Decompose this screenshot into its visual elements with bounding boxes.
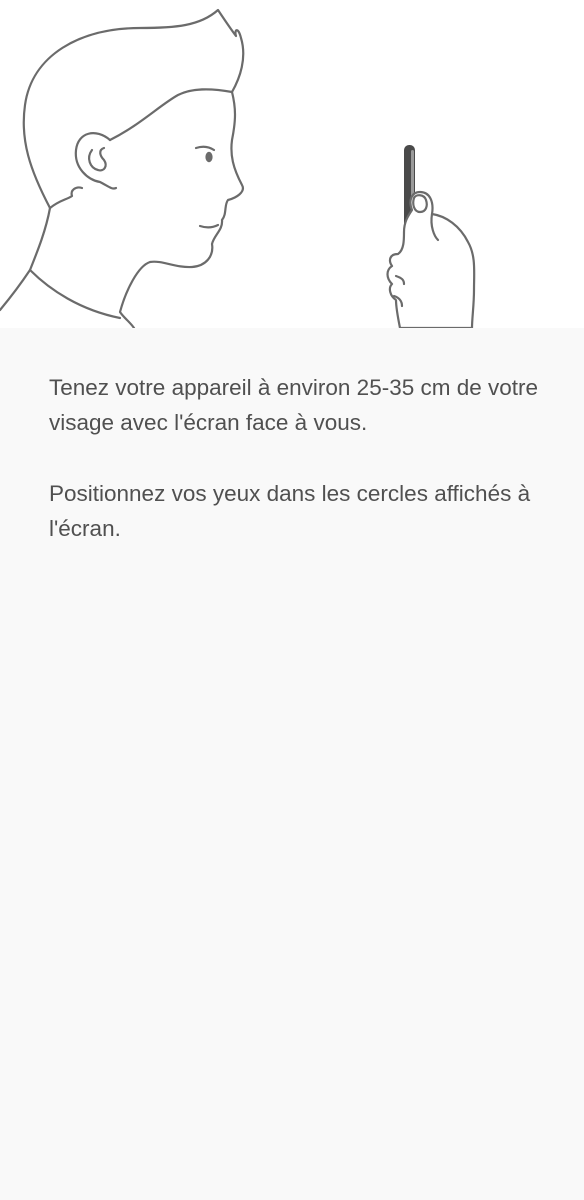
instruction-distance: Tenez votre appareil à environ 25-35 cm … bbox=[49, 375, 539, 435]
hand-outline bbox=[386, 190, 476, 328]
illustration-panel bbox=[0, 0, 584, 328]
hair-line bbox=[108, 88, 234, 142]
ear-inner bbox=[88, 146, 107, 172]
face-registration-screen: Tenez votre appareil à environ 25-35 cm … bbox=[0, 0, 584, 1200]
face-registration-illustration-icon bbox=[0, 8, 476, 328]
instruction-eyes: Positionnez vos yeux dans les cercles af… bbox=[49, 481, 531, 541]
neck-line bbox=[0, 206, 52, 312]
mouth-line bbox=[198, 223, 220, 229]
ear-outline bbox=[74, 132, 118, 190]
thumb-nail bbox=[412, 194, 428, 214]
head-outline bbox=[22, 8, 245, 328]
eye-pupil bbox=[205, 151, 213, 163]
eye-lid bbox=[194, 145, 216, 152]
jaw-line bbox=[48, 186, 84, 210]
shoulder-line bbox=[28, 268, 122, 320]
instructions-text: Tenez votre appareil à environ 25-35 cm … bbox=[49, 370, 539, 546]
